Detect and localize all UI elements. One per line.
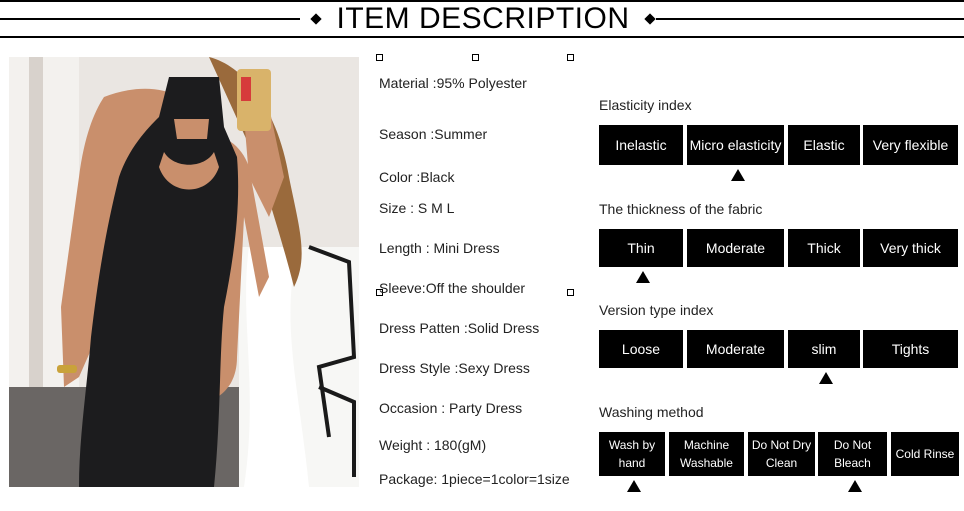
attribute-color: Color :Black bbox=[379, 169, 455, 185]
diamond-icon bbox=[644, 13, 656, 25]
elasticity-option: Very flexible bbox=[863, 125, 958, 165]
version-option-selected: slim bbox=[788, 330, 860, 368]
up-triangle-icon bbox=[819, 372, 833, 384]
model-photo-illustration bbox=[9, 57, 359, 487]
attribute-weight: Weight : 180(gM) bbox=[379, 437, 487, 453]
banner-left-rule bbox=[0, 18, 300, 20]
elasticity-option-selected: Micro elasticity bbox=[687, 125, 784, 165]
attribute-occasion: Occasion : Party Dress bbox=[379, 400, 523, 416]
version-option: Moderate bbox=[687, 330, 784, 368]
thickness-option-selected: Thin bbox=[599, 229, 683, 267]
elasticity-option: Inelastic bbox=[599, 125, 683, 165]
washing-option-selected: Wash by hand bbox=[599, 432, 665, 476]
section-banner: ITEM DESCRIPTION bbox=[0, 0, 964, 38]
thickness-option: Very thick bbox=[863, 229, 958, 267]
washing-option: Machine Washable bbox=[669, 432, 744, 476]
thickness-option: Thick bbox=[788, 229, 860, 267]
banner-bottom-rule bbox=[0, 36, 964, 38]
elasticity-title: Elasticity index bbox=[599, 97, 692, 113]
product-photo bbox=[9, 57, 359, 487]
selection-handle-icon bbox=[567, 54, 574, 61]
selection-handle-icon bbox=[567, 289, 574, 296]
up-triangle-icon bbox=[627, 480, 641, 492]
washing-option: Do Not Dry Clean bbox=[748, 432, 815, 476]
washing-title: Washing method bbox=[599, 404, 704, 420]
selection-handle-icon bbox=[376, 54, 383, 61]
version-title: Version type index bbox=[599, 302, 714, 318]
attribute-season: Season :Summer bbox=[379, 126, 488, 142]
thickness-option: Moderate bbox=[687, 229, 784, 267]
attribute-package: Package: 1piece=1color=1size bbox=[379, 471, 570, 487]
elasticity-option: Elastic bbox=[788, 125, 860, 165]
banner-right-rule bbox=[656, 18, 964, 20]
attribute-sleeve: Sleeve:Off the shoulder bbox=[379, 280, 526, 296]
attribute-length: Length : Mini Dress bbox=[379, 240, 500, 256]
thickness-title: The thickness of the fabric bbox=[599, 201, 763, 217]
attribute-dress-style: Dress Style :Sexy Dress bbox=[379, 360, 530, 376]
banner-title: ITEM DESCRIPTION bbox=[336, 2, 630, 35]
attribute-dress-pattern: Dress Patten :Solid Dress bbox=[379, 320, 540, 336]
washing-option: Cold Rinse bbox=[891, 432, 959, 476]
washing-option-selected: Do Not Bleach bbox=[818, 432, 887, 476]
up-triangle-icon bbox=[848, 480, 862, 492]
up-triangle-icon bbox=[731, 169, 745, 181]
diamond-icon bbox=[310, 13, 322, 25]
attribute-size: Size : S M L bbox=[379, 200, 455, 216]
selection-handle-icon bbox=[472, 54, 479, 61]
up-triangle-icon bbox=[636, 271, 650, 283]
version-option: Tights bbox=[863, 330, 958, 368]
version-option: Loose bbox=[599, 330, 683, 368]
attribute-material: Material :95% Polyester bbox=[379, 75, 527, 91]
